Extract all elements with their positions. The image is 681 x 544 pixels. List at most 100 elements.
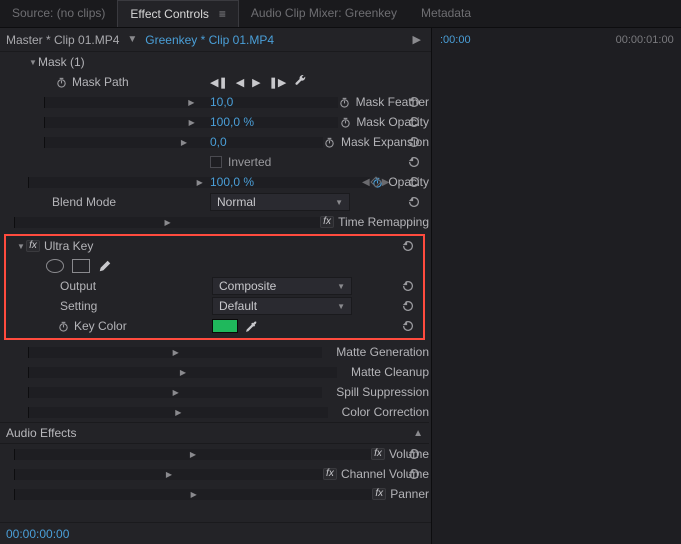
- stopwatch-icon[interactable]: [323, 135, 337, 149]
- tab-metadata[interactable]: Metadata: [409, 0, 483, 27]
- caret-icon: ▼: [127, 34, 137, 45]
- play-header-icon[interactable]: ▶: [413, 33, 421, 46]
- timecode-mid: 00:00:01:00: [616, 34, 674, 46]
- tab-effect-controls[interactable]: Effect Controls ≡: [117, 0, 239, 27]
- time-remapping-label: Time Remapping: [338, 215, 429, 229]
- wrench-icon[interactable]: [294, 74, 307, 90]
- pen-mask-icon[interactable]: [98, 259, 112, 273]
- eyedropper-icon[interactable]: [244, 319, 258, 333]
- disclosure-icon[interactable]: [28, 407, 328, 418]
- mask-track-forward-icon[interactable]: ▶: [252, 76, 260, 89]
- mask-expansion-row: Mask Expansion 0,0: [0, 132, 429, 152]
- reset-icon[interactable]: [405, 174, 423, 190]
- fx-badge-icon[interactable]: fx: [320, 216, 334, 228]
- mask-path-label: Mask Path: [72, 75, 129, 89]
- prev-keyframe-icon[interactable]: ◀: [362, 177, 370, 188]
- disclosure-icon[interactable]: [28, 57, 38, 68]
- inverted-checkbox[interactable]: [210, 156, 222, 168]
- panel-menu-icon[interactable]: ≡: [219, 1, 226, 21]
- panner-label: Panner: [390, 487, 429, 501]
- reset-icon[interactable]: [399, 278, 417, 294]
- ultra-key-highlight: fx Ultra Key Output Composite: [4, 234, 425, 340]
- stopwatch-icon[interactable]: [338, 95, 352, 109]
- output-row: Output Composite: [6, 276, 423, 296]
- timeline-ruler[interactable]: :00:00 00:00:01:00: [432, 28, 681, 52]
- disclosure-icon[interactable]: [14, 469, 323, 480]
- reset-icon[interactable]: [399, 238, 417, 254]
- disclosure-icon[interactable]: [16, 241, 26, 252]
- volume-row[interactable]: fx Volume: [0, 444, 429, 464]
- channel-volume-row[interactable]: fx Channel Volume: [0, 464, 429, 484]
- matte-cleanup-row[interactable]: Matte Cleanup: [0, 362, 429, 382]
- mask-expansion-value[interactable]: 0,0: [210, 135, 227, 149]
- disclosure-icon[interactable]: [44, 117, 338, 128]
- tab-audio-mixer[interactable]: Audio Clip Mixer: Greenkey: [239, 0, 409, 27]
- key-color-label: Key Color: [74, 319, 127, 333]
- sequence-clip-label[interactable]: Greenkey * Clip 01.MP4: [145, 33, 274, 47]
- disclosure-icon[interactable]: [28, 177, 370, 188]
- reset-icon[interactable]: [405, 154, 423, 170]
- current-timecode[interactable]: 00:00:00:00: [6, 527, 69, 541]
- mask-feather-value[interactable]: 10,0: [210, 95, 233, 109]
- mask-track-reverse-icon[interactable]: ◀❚: [210, 76, 228, 89]
- add-keyframe-icon[interactable]: [370, 176, 381, 187]
- setting-dropdown[interactable]: Default: [212, 297, 352, 315]
- mask-transport: ◀❚ ◀ ▶ ❚▶: [210, 74, 307, 90]
- opacity-value[interactable]: 100,0 %: [210, 175, 254, 189]
- matte-generation-row[interactable]: Matte Generation: [0, 342, 429, 362]
- mask-opacity-value[interactable]: 100,0 %: [210, 115, 254, 129]
- ultra-key-row[interactable]: fx Ultra Key: [6, 236, 423, 256]
- fx-badge-icon[interactable]: fx: [323, 468, 337, 480]
- mask-shape-tools: [6, 256, 423, 276]
- rect-mask-icon[interactable]: [72, 259, 90, 273]
- spill-suppression-row[interactable]: Spill Suppression: [0, 382, 429, 402]
- mask-feather-row: Mask Feather 10,0: [0, 92, 429, 112]
- mask-step-forward-icon[interactable]: ❚▶: [269, 76, 287, 89]
- fx-badge-icon[interactable]: fx: [26, 240, 40, 252]
- audio-effects-label: Audio Effects: [6, 426, 77, 440]
- stopwatch-icon[interactable]: [56, 319, 70, 333]
- output-dropdown[interactable]: Composite: [212, 277, 352, 295]
- key-color-row: Key Color: [6, 316, 423, 336]
- disclosure-icon[interactable]: [14, 489, 372, 500]
- fx-badge-icon[interactable]: fx: [371, 448, 385, 460]
- disclosure-icon[interactable]: [14, 449, 371, 460]
- blend-mode-row: Blend Mode Normal: [0, 192, 429, 212]
- next-keyframe-icon[interactable]: ▶: [382, 177, 390, 188]
- panner-row[interactable]: fx Panner: [0, 484, 429, 504]
- audio-effects-header[interactable]: Audio Effects ▲: [0, 422, 429, 444]
- disclosure-icon[interactable]: [28, 367, 337, 378]
- color-correction-row[interactable]: Color Correction: [0, 402, 429, 422]
- stopwatch-icon[interactable]: [54, 75, 68, 89]
- reset-icon[interactable]: [399, 298, 417, 314]
- ellipse-mask-icon[interactable]: [46, 259, 64, 273]
- reset-icon[interactable]: [405, 114, 423, 130]
- bottom-bar: 00:00:00:00: [0, 522, 431, 544]
- disclosure-icon[interactable]: [28, 387, 322, 398]
- reset-icon[interactable]: [399, 318, 417, 334]
- mask-group[interactable]: Mask (1): [0, 52, 429, 72]
- disclosure-icon[interactable]: [14, 217, 320, 228]
- key-color-swatch[interactable]: [212, 319, 238, 333]
- reset-icon[interactable]: [405, 94, 423, 110]
- mask-path-row: Mask Path ◀❚ ◀ ▶ ❚▶: [0, 72, 429, 92]
- disclosure-icon[interactable]: [44, 97, 338, 108]
- collapse-up-icon[interactable]: ▲: [413, 428, 423, 439]
- reset-icon[interactable]: [405, 194, 423, 210]
- reset-icon[interactable]: [405, 134, 423, 150]
- mask-step-back-icon[interactable]: ◀: [236, 76, 244, 89]
- stopwatch-icon[interactable]: [338, 115, 352, 129]
- time-remapping-row[interactable]: fx Time Remapping: [0, 212, 429, 232]
- disclosure-icon[interactable]: [44, 137, 323, 148]
- setting-row: Setting Default: [6, 296, 423, 316]
- reset-icon[interactable]: [405, 466, 423, 482]
- fx-badge-icon[interactable]: fx: [372, 488, 386, 500]
- blend-mode-label: Blend Mode: [52, 195, 116, 209]
- disclosure-icon[interactable]: [28, 347, 322, 358]
- tab-source[interactable]: Source: (no clips): [0, 0, 117, 27]
- inverted-label: Inverted: [228, 155, 271, 169]
- blend-mode-dropdown[interactable]: Normal: [210, 193, 350, 211]
- output-label: Output: [60, 279, 96, 293]
- reset-icon[interactable]: [405, 446, 423, 462]
- timeline-area[interactable]: :00:00 00:00:01:00: [431, 28, 681, 544]
